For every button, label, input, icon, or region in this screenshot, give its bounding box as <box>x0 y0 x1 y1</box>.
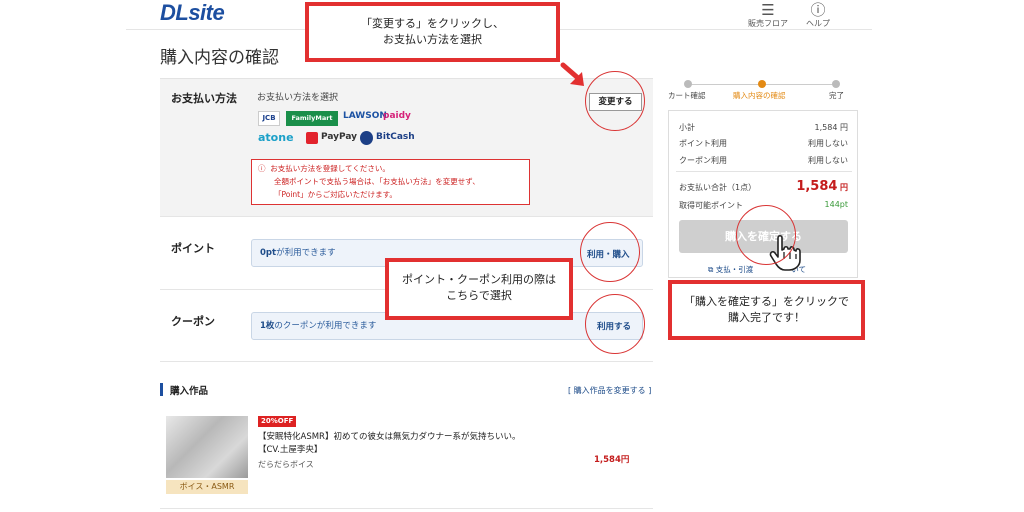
page-title: 購入内容の確認 <box>160 48 279 68</box>
highlight-circle-change <box>585 71 645 131</box>
atone-logo: atone <box>258 131 294 144</box>
discount-badge: 20%OFF <box>258 416 297 427</box>
divider <box>160 361 653 362</box>
total-label: お支払い合計（1点） <box>679 183 757 192</box>
total-unit: 円 <box>840 183 848 192</box>
annotation-middle-line-2: こちらで選択 <box>446 289 512 302</box>
paidy-logo: paidy <box>383 111 411 121</box>
step-label-confirm: 購入内容の確認 <box>733 91 786 100</box>
error-line-1: お支払い方法を登録してください。 <box>270 164 390 173</box>
payment-guide-head: 支払・引渡 <box>715 265 754 274</box>
work-title-line-2: 【CV.土屋李央】 <box>258 445 323 455</box>
divider <box>160 216 653 217</box>
point-use-label: ポイント利用 <box>679 139 727 148</box>
summary-subtotal: 小計 1,584 円 <box>679 122 848 133</box>
familymart-logo: FamilyMart <box>286 111 338 126</box>
earn-value: 144pt <box>824 200 848 209</box>
step-dot-confirm <box>758 80 766 88</box>
work-price: 1,584円 <box>594 455 630 465</box>
error-line-2: 全額ポイントで支払う場合は、「お支払い方法」を変更せず、 <box>274 177 480 186</box>
paypay-logo: PayPay <box>321 132 358 142</box>
work-category: ボイス・ASMR <box>166 480 248 494</box>
error-line-3: 「Point」からご対応いただけます。 <box>274 190 397 199</box>
annotation-point-coupon: ポイント・クーポン利用の際は こちらで選択 <box>385 258 573 320</box>
point-label: ポイント <box>171 242 215 255</box>
point-amount: 0pt <box>260 248 277 258</box>
bitcash-logo: BitCash <box>376 132 415 142</box>
payment-label: お支払い方法 <box>171 92 237 105</box>
annotation-top-line-2: お支払い方法を選択 <box>383 33 482 46</box>
jcb-logo: JCB <box>258 111 280 126</box>
floor-menu-label: 販売フロア <box>748 19 788 28</box>
layers-icon: ☰ <box>761 1 775 19</box>
payment-prompt: お支払い方法を選択 <box>257 93 339 103</box>
summary-total: お支払い合計（1点） 1,584 円 <box>679 179 848 194</box>
coupon-use-value: 利用しない <box>808 156 848 165</box>
annotation-top-line-1: 「変更する」をクリックし、 <box>361 17 504 30</box>
dlsite-logo[interactable]: DLsite <box>160 0 225 26</box>
paypay-icon <box>306 132 318 144</box>
divider <box>160 508 653 509</box>
annotation-right-line-2: 購入完了です！ <box>728 311 805 324</box>
payment-error-box: ⓘ お支払い方法を登録してください。 全額ポイントで支払う場合は、「お支払い方法… <box>251 159 530 205</box>
floor-menu[interactable]: ☰ 販売フロア <box>748 2 788 29</box>
external-link-icon: ⧉ <box>708 265 714 274</box>
lawson-logo: LAWSON <box>343 111 387 121</box>
highlight-circle-confirm <box>736 205 796 265</box>
coupon-field-text: のクーポンが利用できます <box>274 321 377 331</box>
works-title: 購入作品 <box>170 386 209 397</box>
summary-point: ポイント利用 利用しない <box>679 138 848 149</box>
help-icon: ⓘ <box>810 1 826 19</box>
red-arrow-icon <box>560 62 584 86</box>
summary-divider <box>676 171 852 172</box>
point-use-value: 利用しない <box>808 139 848 148</box>
work-thumbnail[interactable] <box>166 416 248 478</box>
step-label-cart: カート確認 <box>668 91 706 100</box>
annotation-change-payment: 「変更する」をクリックし、 お支払い方法を選択 <box>305 2 560 62</box>
annotation-right-line-1: 「購入を確定する」をクリックで <box>684 295 849 308</box>
work-title-line-1: 【安眠特化ASMR】初めての彼女は無気力ダウナー系が気持ちいい。 <box>258 432 521 442</box>
change-works-link[interactable]: [ 購入作品を変更する ] <box>568 385 651 396</box>
highlight-circle-coupon <box>585 294 645 354</box>
bitcash-icon <box>360 131 373 145</box>
subtotal-label: 小計 <box>679 123 695 132</box>
annotation-confirm-purchase: 「購入を確定する」をクリックで 購入完了です！ <box>668 280 865 340</box>
work-circle[interactable]: だらだらボイス <box>258 459 314 470</box>
total-value: 1,584 <box>796 179 838 194</box>
work-title[interactable]: 【安眠特化ASMR】初めての彼女は無気力ダウナー系が気持ちいい。 【CV.土屋李… <box>258 431 588 457</box>
summary-coupon: クーポン利用 利用しない <box>679 155 848 166</box>
step-dot-complete <box>832 80 840 88</box>
coupon-label: クーポン <box>171 315 215 328</box>
highlight-circle-point <box>580 222 640 282</box>
coupon-use-label: クーポン利用 <box>679 156 727 165</box>
help-menu[interactable]: ⓘ ヘルプ <box>798 2 838 29</box>
help-menu-label: ヘルプ <box>806 19 830 28</box>
point-field-text: が利用できます <box>276 248 336 258</box>
subtotal-value: 1,584 円 <box>814 123 848 132</box>
section-marker <box>160 383 163 396</box>
coupon-count: 1枚 <box>260 321 275 331</box>
annotation-middle-line-1: ポイント・クーポン利用の際は <box>402 273 556 286</box>
error-icon: ⓘ <box>258 164 266 173</box>
step-dot-cart <box>684 80 692 88</box>
earn-label: 取得可能ポイント <box>679 201 743 210</box>
step-label-complete: 完了 <box>829 91 844 100</box>
